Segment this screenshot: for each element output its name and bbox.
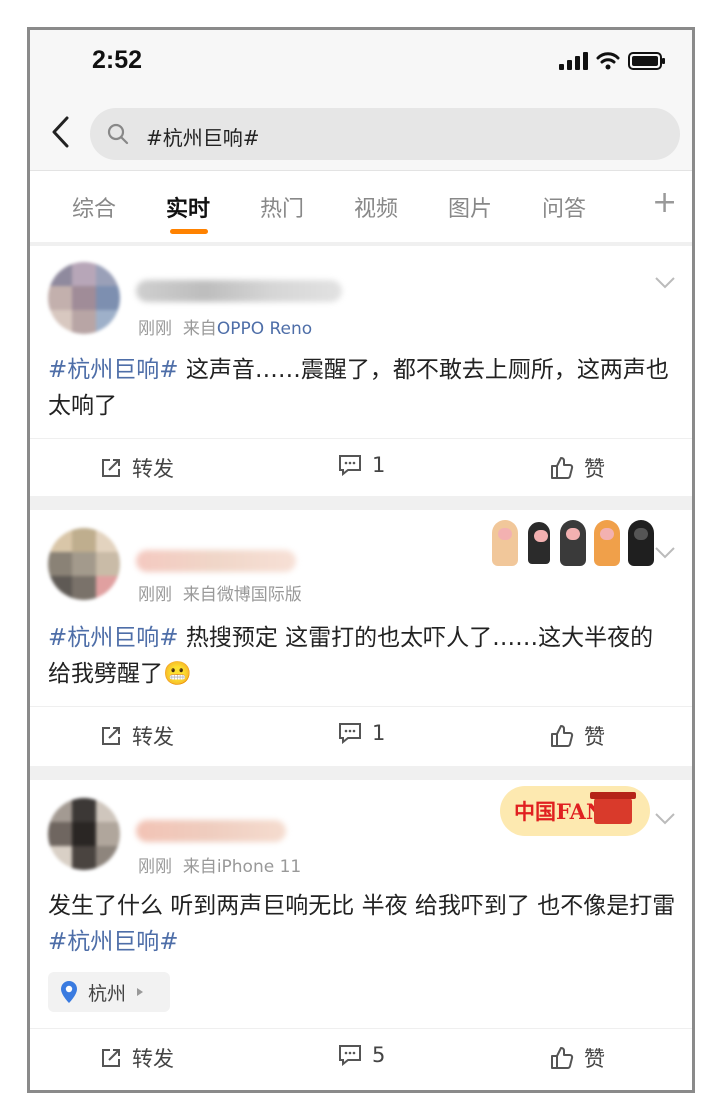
username-blurred[interactable] (136, 820, 286, 842)
phone-frame: 2:52 #杭州巨响# 综合 实时 热门 视频 图片 问答 + 刚刚 来自OPP… (27, 27, 695, 1093)
paw-icon (594, 520, 620, 566)
back-button[interactable] (42, 112, 78, 152)
like-button[interactable]: 赞 (550, 453, 605, 483)
post-content: #杭州巨响# 热搜预定 这雷打的也太吓人了……这大半夜的给我劈醒了😬 (48, 620, 676, 692)
post-meta: 刚刚 来自iPhone 11 (138, 852, 301, 877)
post-meta: 刚刚 来自OPPO Reno (138, 314, 312, 339)
tab-hot[interactable]: 热门 (260, 191, 304, 223)
back-arrow-icon (52, 116, 69, 148)
search-header: #杭州巨响# (30, 98, 692, 170)
post-time: 刚刚 (138, 585, 172, 605)
search-query: #杭州巨响# (146, 126, 260, 150)
avatar[interactable] (48, 262, 120, 334)
wifi-icon (596, 52, 620, 70)
battery-icon (628, 52, 665, 70)
grimace-emoji-icon: 😬 (163, 661, 192, 687)
repost-button[interactable]: 转发 (100, 453, 174, 483)
post-time: 刚刚 (138, 857, 172, 877)
repost-icon (102, 459, 120, 477)
caret-right-icon (137, 988, 144, 996)
repost-icon (102, 1049, 120, 1067)
location-pin-icon (61, 981, 77, 1003)
tab-bar: 综合 实时 热门 视频 图片 问答 + (30, 170, 692, 242)
chevron-down-icon[interactable] (654, 546, 676, 560)
username-blurred[interactable] (136, 280, 342, 302)
comment-count: 1 (372, 721, 386, 745)
source-prefix: 来自 (182, 319, 217, 339)
status-icons (559, 52, 666, 70)
comment-button[interactable]: 5 (338, 1043, 385, 1067)
thumbs-up-icon (551, 1047, 574, 1069)
paw-icon (628, 520, 654, 566)
post-actions: 转发 1 赞 (30, 706, 692, 764)
comment-icon (339, 455, 361, 476)
location-tag[interactable]: 杭州 (48, 972, 170, 1012)
post-actions: 转发 5 赞 (30, 1028, 692, 1086)
paw-icon (492, 520, 518, 566)
active-tab-indicator (170, 229, 208, 234)
post-source[interactable]: iPhone 11 (217, 857, 301, 877)
source-prefix: 来自 (182, 585, 217, 605)
paw-icon (526, 520, 552, 566)
comment-count: 1 (372, 453, 386, 477)
post-time: 刚刚 (138, 319, 172, 339)
post-actions: 转发 1 赞 (30, 438, 692, 496)
search-icon (107, 123, 129, 145)
paw-icon (560, 520, 586, 566)
post-source[interactable]: 微博国际版 (217, 585, 302, 605)
comment-icon (339, 1045, 361, 1066)
username-blurred[interactable] (136, 550, 296, 572)
tab-comprehensive[interactable]: 综合 (72, 191, 116, 223)
repost-label: 转发 (132, 457, 174, 481)
chevron-down-icon[interactable] (654, 276, 676, 290)
post-content: #杭州巨响# 这声音……震醒了，都不敢去上厕所，这两声也太响了 (48, 352, 676, 424)
post-meta: 刚刚 来自微博国际版 (138, 580, 302, 605)
post-card: 刚刚 来自OPPO Reno #杭州巨响# 这声音……震醒了，都不敢去上厕所，这… (30, 246, 692, 496)
post-card: 刚刚 来自微博国际版 #杭州巨响# 热搜预定 这雷打的也太吓人了……这大半夜的给… (30, 510, 692, 766)
repost-button[interactable]: 转发 (100, 1043, 174, 1073)
hashtag-link[interactable]: #杭州巨响# (48, 625, 179, 651)
avatar[interactable] (48, 798, 120, 870)
post-source[interactable]: OPPO Reno (217, 319, 312, 339)
thumbs-up-icon (551, 725, 574, 747)
location-label: 杭州 (88, 982, 127, 1005)
source-prefix: 来自 (182, 857, 217, 877)
status-bar: 2:52 (30, 30, 692, 98)
search-input[interactable]: #杭州巨响# (90, 108, 680, 160)
like-label: 赞 (584, 1047, 605, 1071)
signal-icon (559, 52, 588, 70)
like-button[interactable]: 赞 (550, 1043, 605, 1073)
chevron-down-icon[interactable] (654, 812, 676, 826)
comment-count: 5 (372, 1043, 386, 1067)
repost-icon (102, 727, 120, 745)
china-fans-badge: 中国FANS (500, 786, 650, 836)
tab-realtime[interactable]: 实时 (166, 191, 210, 223)
repost-label: 转发 (132, 725, 174, 749)
add-tab-button[interactable]: + (652, 185, 677, 220)
post-card: 刚刚 来自iPhone 11 中国FANS 发生了什么 听到两声巨响无比 半夜 … (30, 780, 692, 1090)
comment-button[interactable]: 1 (338, 721, 385, 745)
avatar[interactable] (48, 528, 120, 600)
hashtag-link[interactable]: #杭州巨响# (48, 357, 179, 383)
repost-button[interactable]: 转发 (100, 721, 174, 751)
hashtag-link[interactable]: #杭州巨响# (48, 929, 179, 955)
post-text: 发生了什么 听到两声巨响无比 半夜 给我吓到了 也不像是打雷 (48, 893, 676, 919)
tab-pictures[interactable]: 图片 (448, 191, 492, 223)
like-label: 赞 (584, 725, 605, 749)
like-button[interactable]: 赞 (550, 721, 605, 751)
cat-paw-decoration (492, 520, 654, 566)
tiananmen-icon (590, 792, 636, 824)
thumbs-up-icon (551, 457, 574, 479)
comment-icon (339, 723, 361, 744)
post-content: 发生了什么 听到两声巨响无比 半夜 给我吓到了 也不像是打雷 #杭州巨响# (48, 888, 676, 960)
status-time: 2:52 (92, 46, 143, 74)
tab-qa[interactable]: 问答 (542, 191, 586, 223)
comment-button[interactable]: 1 (338, 453, 385, 477)
tab-video[interactable]: 视频 (354, 191, 398, 223)
repost-label: 转发 (132, 1047, 174, 1071)
like-label: 赞 (584, 457, 605, 481)
